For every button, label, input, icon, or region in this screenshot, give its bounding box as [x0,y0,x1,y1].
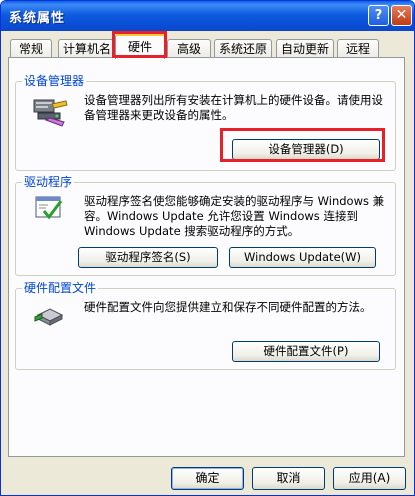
device-manager-description: 设备管理器列出所有安装在计算机上的硬件设备。请使用设备管理器来更改设备的属性。 [84,93,383,122]
tab-system-restore[interactable]: 系统还原 [214,39,272,58]
hardware-profile-icon [34,308,64,326]
tab-general[interactable]: 常规 [10,39,52,58]
tab-automatic-updates[interactable]: 自动更新 [276,39,334,58]
apply-button[interactable]: 应用(A) [333,467,406,490]
tab-hardware[interactable]: 硬件 [115,34,165,59]
title-bar[interactable]: 系统属性 ? ✕ [1,1,414,31]
device-manager-icon [33,99,68,127]
window-title: 系统属性 [9,11,66,26]
tab-label: 高级 [176,42,201,56]
device-manager-button[interactable]: 设备管理器(D) [232,139,380,160]
close-icon: ✕ [395,7,408,23]
tab-label: 常规 [18,42,43,56]
button-label: 驱动程序签名(S) [105,250,191,264]
help-icon: ? [374,8,383,23]
driver-signing-button[interactable]: 驱动程序签名(S) [78,247,218,268]
tab-remote[interactable]: 远程 [337,39,379,58]
group-label: 设备管理器 [22,74,87,89]
windows-update-button[interactable]: Windows Update(W) [229,247,376,268]
tab-computer-name[interactable]: 计算机名 [58,39,116,58]
button-label: 确定 [195,471,220,485]
hardware-tab-panel: 设备管理器 设备管理器列出所有安装在计算机上的硬件设备。请使用设备管理器来更改设… [8,57,405,457]
group-label: 硬件配置文件 [22,281,99,296]
tab-label: 计算机名 [62,42,111,56]
hardware-profiles-button[interactable]: 硬件配置文件(P) [232,341,380,362]
drivers-group: 驱动程序 驱动程序签名使您能够确定安装的驱动程序与 Windows 兼容。Win… [15,175,396,276]
tab-label: 自动更新 [280,42,329,56]
help-button[interactable]: ? [368,5,389,26]
drivers-description: 驱动程序签名使您能够确定安装的驱动程序与 Windows 兼容。Windows … [84,194,385,238]
hardware-profiles-description: 硬件配置文件向您提供建立和保存不同硬件配置的方法。 [84,300,372,314]
cancel-button[interactable]: 取消 [252,467,325,490]
driver-signing-icon [35,196,63,220]
device-manager-group: 设备管理器 设备管理器列出所有安装在计算机上的硬件设备。请使用设备管理器来更改设… [15,74,396,171]
ok-button[interactable]: 确定 [171,467,244,490]
tab-label: 系统还原 [218,42,267,56]
tab-advanced[interactable]: 高级 [167,39,211,58]
button-label: 硬件配置文件(P) [263,344,349,358]
button-label: Windows Update(W) [244,250,361,264]
system-properties-window: 系统属性 ? ✕ 常规 计算机名 硬件 高级 系统还原 自动更新 远程 设备管理… [0,0,415,496]
tab-label: 远程 [345,42,370,56]
tab-label: 硬件 [127,40,152,54]
button-label: 取消 [276,471,301,485]
button-label: 应用(A) [348,471,391,485]
button-label: 设备管理器(D) [268,142,344,156]
close-button[interactable]: ✕ [391,5,412,26]
group-label: 驱动程序 [22,175,75,190]
hardware-profiles-group: 硬件配置文件 硬件配置文件向您提供建立和保存不同硬件配置的方法。 硬件配置文件(… [15,281,396,370]
